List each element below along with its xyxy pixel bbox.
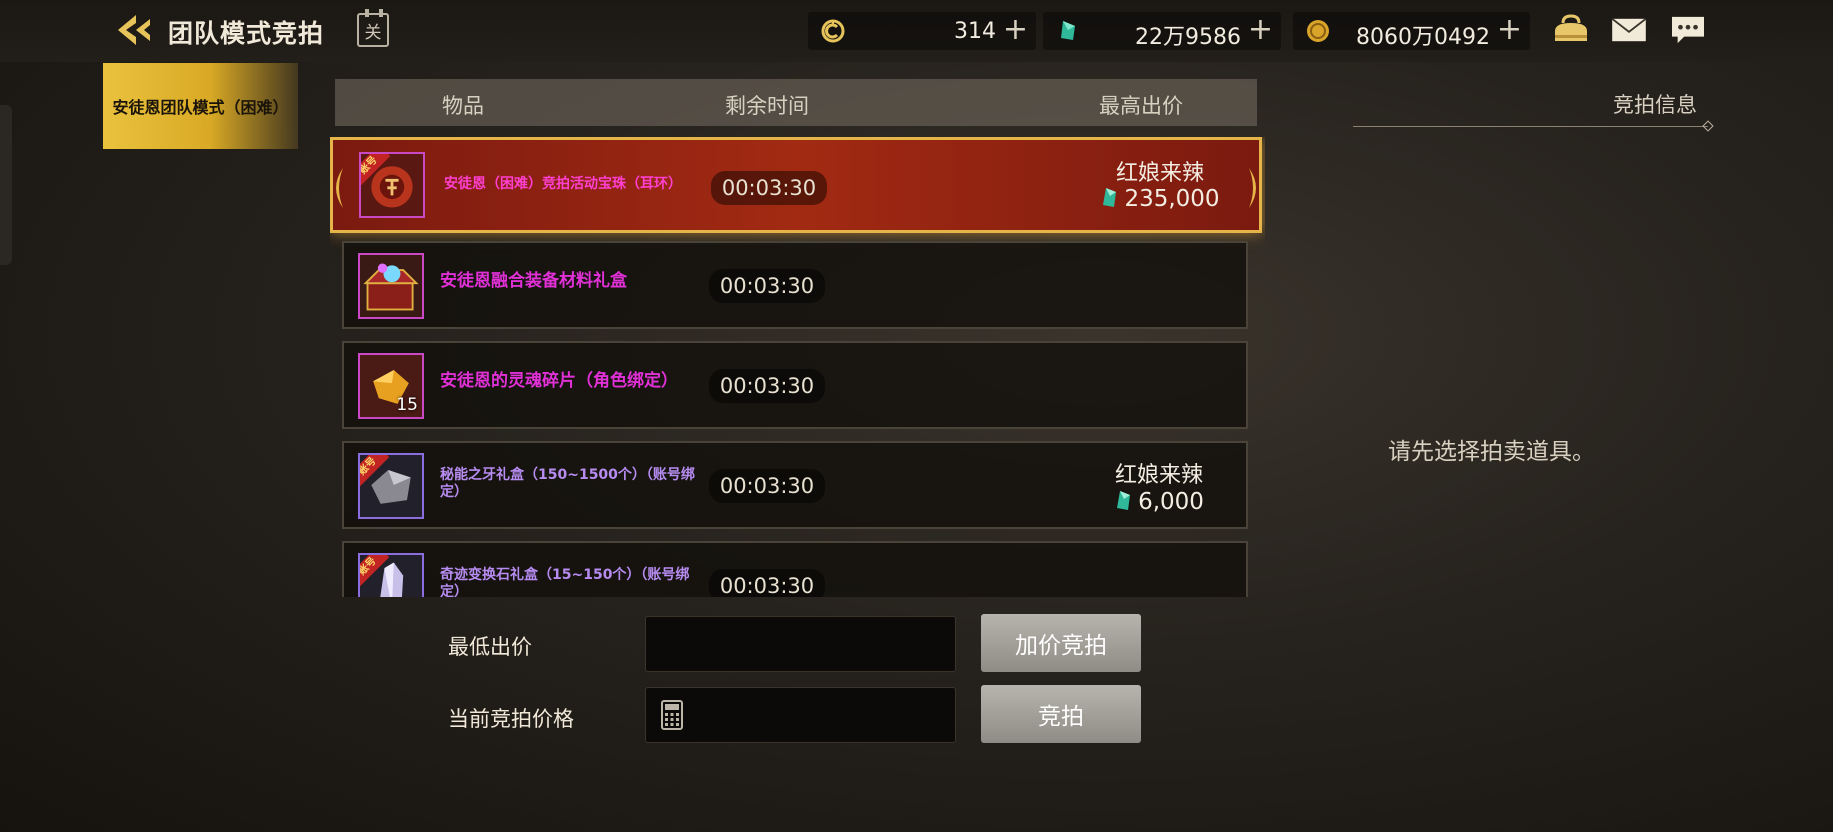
calendar-icon[interactable]: 关 <box>357 9 389 47</box>
table-row[interactable]: 15 安徒恩的灵魂碎片（角色绑定） 00:03:30 <box>342 341 1248 429</box>
info-divider <box>1353 126 1708 127</box>
calculator-icon[interactable] <box>661 700 683 730</box>
mail-icon <box>1611 18 1647 42</box>
top-bid-price: 235,000 <box>1075 186 1245 212</box>
auction-info-title: 竞拍信息 <box>1613 93 1697 117</box>
chat-button[interactable] <box>1668 12 1708 48</box>
price-value: 235,000 <box>1124 186 1220 212</box>
item-count: 15 <box>396 395 418 415</box>
ornament-right-icon <box>1249 168 1256 208</box>
col-time-header: 剩余时间 <box>725 94 809 118</box>
item-name: 奇迹变换石礼盒（15~150个）（账号绑定） <box>440 567 690 597</box>
currency-coin: 314 + <box>808 12 1036 50</box>
category-tab-anton-hard[interactable]: 安徒恩团队模式（困难） <box>103 63 298 149</box>
item-name: 秘能之牙礼盒（150~1500个）（账号绑定） <box>440 467 695 500</box>
price-value: 6,000 <box>1138 489 1204 515</box>
item-icon-fang-box: 账号 <box>358 453 424 519</box>
side-edge-handle[interactable] <box>0 105 12 265</box>
top-bidder: 红娘来辣 <box>1115 161 1204 186</box>
item-icon-miracle-stone-box: 账号 <box>358 553 424 597</box>
table-row[interactable]: 账号 奇迹变换石礼盒（15~150个）（账号绑定） 00:03:30 <box>342 541 1248 597</box>
col-item-header: 物品 <box>442 94 484 118</box>
gem-icon <box>1061 21 1075 40</box>
select-item-hint: 请先选择拍卖道具。 <box>1388 439 1595 465</box>
min-bid-label: 最低出价 <box>448 635 532 659</box>
chat-icon <box>1672 16 1704 44</box>
bag-button[interactable] <box>1551 12 1591 48</box>
info-divider-diamond <box>1702 120 1714 132</box>
gift-box-icon <box>360 255 422 317</box>
current-bid-label: 当前竞拍价格 <box>448 707 574 731</box>
coin-c-icon <box>821 19 845 43</box>
min-bid-input[interactable] <box>645 616 956 672</box>
mail-button[interactable] <box>1609 12 1649 48</box>
ornament-left-icon <box>336 168 343 208</box>
item-icon-soul-fragment: 15 <box>358 353 424 419</box>
table-row[interactable]: 账号 安徒恩（困难）竞拍活动宝珠（耳环） 00:03:30 红娘来辣 235,0… <box>330 137 1262 233</box>
raise-bid-button[interactable]: 加价竞拍 <box>981 614 1141 672</box>
table-header: 物品 剩余时间 最高出价 <box>335 79 1257 126</box>
back-arrow-icon <box>118 15 150 45</box>
gem-icon <box>1117 491 1131 510</box>
gem-add-button[interactable]: + <box>1248 14 1273 46</box>
coin-amount: 314 <box>954 19 996 44</box>
coin-add-button[interactable]: + <box>1003 14 1028 46</box>
item-name: 安徒恩的灵魂碎片（角色绑定） <box>440 371 678 391</box>
currency-gem: 22万9586 + <box>1043 12 1281 50</box>
item-time-remaining: 00:03:30 <box>709 369 825 403</box>
item-icon-orb-earring: 账号 <box>359 152 425 218</box>
gold-amount: 8060万0492 <box>1356 25 1490 50</box>
current-bid-input[interactable] <box>645 687 956 743</box>
item-time-remaining: 00:03:30 <box>711 171 827 205</box>
item-name: 安徒恩融合装备材料礼盒 <box>440 271 627 291</box>
back-button[interactable] <box>112 10 156 50</box>
top-bar: 团队模式竞拍 关 314 + 22万9586 + 8060万0492 + <box>0 0 1833 62</box>
auction-item-list[interactable]: 账号 安徒恩（困难）竞拍活动宝珠（耳环） 00:03:30 红娘来辣 235,0… <box>330 137 1265 597</box>
table-row[interactable]: 账号 秘能之牙礼盒（150~1500个）（账号绑定） 00:03:30 红娘来辣… <box>342 441 1248 529</box>
gold-coin-icon <box>1307 20 1329 42</box>
calendar-label: 关 <box>364 22 382 43</box>
currency-gold: 8060万0492 + <box>1293 12 1530 50</box>
item-time-remaining: 00:03:30 <box>709 469 825 503</box>
page-title: 团队模式竞拍 <box>168 19 325 48</box>
top-bid-price: 6,000 <box>1074 489 1244 515</box>
item-name: 安徒恩（困难）竞拍活动宝珠（耳环） <box>444 176 682 192</box>
item-icon-fusion-box <box>358 253 424 319</box>
top-bidder: 红娘来辣 <box>1114 463 1203 488</box>
bid-button[interactable]: 竞拍 <box>981 685 1141 743</box>
gem-amount: 22万9586 <box>1135 25 1241 50</box>
col-price-header: 最高出价 <box>1099 94 1183 118</box>
bag-icon <box>1555 14 1587 41</box>
gold-add-button[interactable]: + <box>1497 14 1522 46</box>
item-time-remaining: 00:03:30 <box>709 269 825 303</box>
table-row[interactable]: 安徒恩融合装备材料礼盒 00:03:30 <box>342 241 1248 329</box>
item-time-remaining: 00:03:30 <box>709 569 825 597</box>
category-label: 安徒恩团队模式（困难） <box>112 98 289 117</box>
gem-icon <box>1103 188 1117 207</box>
